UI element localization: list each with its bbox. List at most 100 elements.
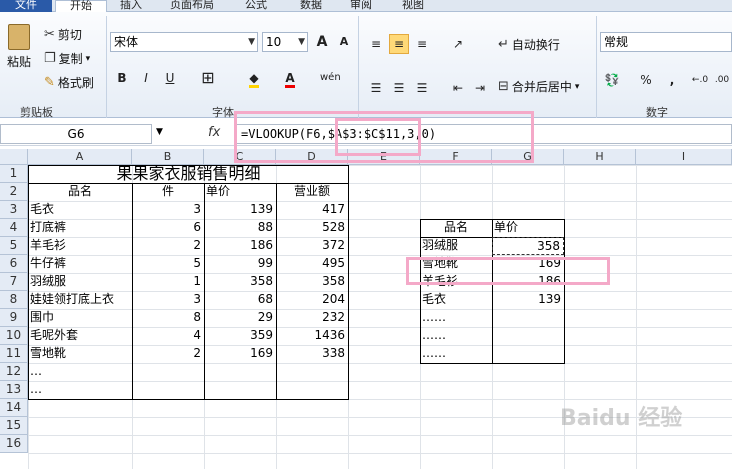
table-cell[interactable]: 毛衣 xyxy=(28,201,132,219)
table-cell[interactable]: 毛呢外套 xyxy=(28,327,132,345)
table-cell[interactable]: 8 xyxy=(132,309,204,327)
tab-formulas[interactable]: 公式 xyxy=(245,0,267,12)
table-cell[interactable]: 528 xyxy=(276,219,348,237)
tab-review[interactable]: 审阅 xyxy=(350,0,372,12)
row-header[interactable]: 8 xyxy=(0,291,28,309)
table-cell[interactable]: 99 xyxy=(204,255,276,273)
lookup-cell-copied[interactable]: 358 xyxy=(492,237,564,255)
row-header[interactable]: 14 xyxy=(0,399,28,417)
table-cell[interactable]: 1 xyxy=(132,273,204,291)
currency-icon[interactable]: 💱 xyxy=(602,70,622,90)
lookup-cell[interactable]: …… xyxy=(420,327,492,345)
table-cell[interactable]: … xyxy=(28,363,132,381)
table-cell[interactable]: 232 xyxy=(276,309,348,327)
table-cell[interactable]: 186 xyxy=(204,237,276,255)
shrink-font-button[interactable]: A xyxy=(334,32,354,52)
table-cell[interactable]: 打底裤 xyxy=(28,219,132,237)
table-title[interactable]: 果果家衣服销售明细 xyxy=(28,165,349,183)
name-box[interactable]: G6 xyxy=(0,124,152,144)
table-header-cell[interactable]: 单价 xyxy=(204,183,276,201)
paste-button[interactable]: 粘贴 xyxy=(6,24,32,70)
increase-decimal-icon[interactable]: ←.0 xyxy=(690,70,710,90)
table-cell[interactable]: 2 xyxy=(132,237,204,255)
font-size-select[interactable]: 10 ▼ xyxy=(262,32,308,52)
underline-button[interactable]: U xyxy=(160,68,180,88)
table-cell[interactable]: 羊毛衫 xyxy=(28,237,132,255)
percent-button[interactable]: % xyxy=(636,70,656,90)
lookup-cell[interactable]: …… xyxy=(420,309,492,327)
borders-icon[interactable]: ⊞ xyxy=(198,68,218,88)
table-cell[interactable]: 358 xyxy=(204,273,276,291)
table-cell[interactable]: 68 xyxy=(204,291,276,309)
grow-font-button[interactable]: A xyxy=(312,32,332,52)
lookup-cell[interactable]: 毛衣 xyxy=(420,291,492,309)
row-header[interactable]: 3 xyxy=(0,201,28,219)
merge-center-button[interactable]: ⊟ 合并后居中 ▾ xyxy=(498,78,579,95)
table-cell[interactable]: 417 xyxy=(276,201,348,219)
decrease-indent-icon[interactable]: ⇤ xyxy=(448,78,468,98)
lookup-header-cell[interactable]: 单价 xyxy=(492,219,564,237)
table-cell[interactable]: 1436 xyxy=(276,327,348,345)
tab-file[interactable]: 文件 xyxy=(0,0,52,12)
column-header[interactable]: I xyxy=(636,149,732,165)
tab-insert[interactable]: 插入 xyxy=(120,0,142,12)
row-header[interactable]: 13 xyxy=(0,381,28,399)
increase-indent-icon[interactable]: ⇥ xyxy=(470,78,490,98)
row-header[interactable]: 11 xyxy=(0,345,28,363)
column-header[interactable]: H xyxy=(564,149,636,165)
table-cell[interactable]: 2 xyxy=(132,345,204,363)
table-cell[interactable]: 牛仔裤 xyxy=(28,255,132,273)
align-center-icon[interactable]: ☰ xyxy=(389,78,409,98)
bold-button[interactable]: B xyxy=(112,68,132,88)
tab-page-layout[interactable]: 页面布局 xyxy=(170,0,214,12)
table-cell[interactable]: 204 xyxy=(276,291,348,309)
table-cell[interactable]: 娃娃领打底上衣 xyxy=(28,291,132,309)
row-header[interactable]: 1 xyxy=(0,165,28,183)
tab-home[interactable]: 开始 xyxy=(55,0,107,12)
column-header[interactable]: B xyxy=(132,149,204,165)
format-painter-button[interactable]: ✎ 格式刷 xyxy=(44,74,94,91)
cut-button[interactable]: ✂ 剪切 xyxy=(44,26,82,43)
comma-button[interactable]: , xyxy=(662,70,682,90)
row-header[interactable]: 6 xyxy=(0,255,28,273)
table-cell[interactable]: 3 xyxy=(132,291,204,309)
column-header[interactable]: A xyxy=(28,149,132,165)
row-header[interactable]: 10 xyxy=(0,327,28,345)
table-cell[interactable]: 5 xyxy=(132,255,204,273)
table-cell[interactable]: 139 xyxy=(204,201,276,219)
lookup-cell[interactable]: 羽绒服 xyxy=(420,237,492,255)
italic-button[interactable]: I xyxy=(136,68,156,88)
lookup-cell[interactable]: …… xyxy=(420,345,492,363)
table-cell[interactable]: 雪地靴 xyxy=(28,345,132,363)
table-cell[interactable]: 29 xyxy=(204,309,276,327)
row-header[interactable]: 5 xyxy=(0,237,28,255)
table-cell[interactable]: 6 xyxy=(132,219,204,237)
lookup-cell[interactable]: 139 xyxy=(492,291,564,309)
insert-function-button[interactable]: fx xyxy=(208,125,220,140)
table-cell[interactable]: 338 xyxy=(276,345,348,363)
table-cell[interactable]: 4 xyxy=(132,327,204,345)
font-name-select[interactable]: 宋体 ▼ xyxy=(110,32,258,52)
chevron-down-icon[interactable]: ▼ xyxy=(156,127,163,137)
table-cell[interactable]: 358 xyxy=(276,273,348,291)
select-all-corner[interactable] xyxy=(0,149,28,165)
table-cell[interactable]: 3 xyxy=(132,201,204,219)
align-middle-icon[interactable]: ≡ xyxy=(389,34,409,54)
table-cell[interactable]: 372 xyxy=(276,237,348,255)
fill-color-icon[interactable]: ◆ xyxy=(244,68,264,88)
tab-view[interactable]: 视图 xyxy=(402,0,424,12)
row-header[interactable]: 7 xyxy=(0,273,28,291)
row-header[interactable]: 2 xyxy=(0,183,28,201)
row-header[interactable]: 4 xyxy=(0,219,28,237)
number-format-select[interactable]: 常规 xyxy=(600,32,732,52)
table-header-cell[interactable]: 件 xyxy=(132,183,204,201)
table-cell[interactable]: 围巾 xyxy=(28,309,132,327)
decrease-decimal-icon[interactable]: .00 xyxy=(712,70,732,90)
table-header-cell[interactable]: 营业额 xyxy=(276,183,348,201)
table-cell[interactable]: 359 xyxy=(204,327,276,345)
phonetic-icon[interactable]: wén xyxy=(320,68,341,88)
align-right-icon[interactable]: ☰ xyxy=(412,78,432,98)
tab-data[interactable]: 数据 xyxy=(300,0,322,12)
row-header[interactable]: 16 xyxy=(0,435,28,453)
font-color-icon[interactable]: A xyxy=(280,68,300,88)
